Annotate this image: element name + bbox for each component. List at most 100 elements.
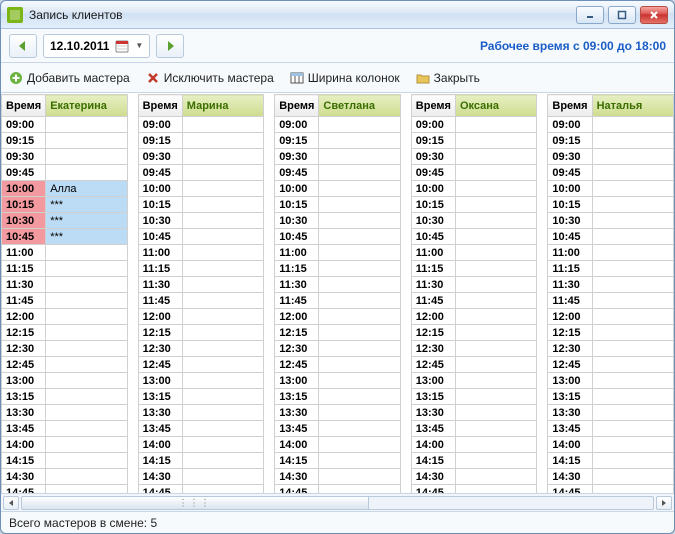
time-header[interactable]: Время bbox=[275, 95, 319, 117]
slot-cell[interactable] bbox=[592, 277, 673, 293]
slot-cell[interactable] bbox=[182, 309, 263, 325]
horizontal-scrollbar[interactable]: ⋮⋮⋮ bbox=[1, 493, 674, 511]
slot-cell[interactable] bbox=[46, 309, 127, 325]
slot-cell[interactable] bbox=[455, 405, 536, 421]
slot-cell[interactable] bbox=[455, 373, 536, 389]
master-header[interactable]: Светлана bbox=[319, 95, 400, 117]
slot-cell[interactable] bbox=[592, 229, 673, 245]
slot-cell[interactable] bbox=[592, 357, 673, 373]
slot-cell[interactable] bbox=[592, 293, 673, 309]
slot-cell[interactable] bbox=[455, 277, 536, 293]
slot-cell[interactable] bbox=[319, 229, 400, 245]
slot-cell[interactable] bbox=[319, 197, 400, 213]
slot-cell[interactable] bbox=[46, 421, 127, 437]
slot-cell[interactable] bbox=[182, 485, 263, 494]
slot-cell[interactable] bbox=[455, 117, 536, 133]
slot-cell[interactable] bbox=[319, 389, 400, 405]
time-header[interactable]: Время bbox=[548, 95, 592, 117]
slot-cell[interactable] bbox=[46, 405, 127, 421]
slot-cell[interactable] bbox=[182, 229, 263, 245]
master-header[interactable]: Наталья bbox=[592, 95, 673, 117]
slot-cell[interactable] bbox=[182, 341, 263, 357]
slot-cell[interactable] bbox=[455, 261, 536, 277]
slot-cell[interactable] bbox=[46, 133, 127, 149]
slot-cell[interactable] bbox=[182, 405, 263, 421]
slot-cell[interactable] bbox=[455, 197, 536, 213]
slot-cell[interactable] bbox=[592, 389, 673, 405]
maximize-button[interactable] bbox=[608, 6, 636, 24]
slot-cell[interactable] bbox=[455, 389, 536, 405]
schedule-grid[interactable]: ВремяЕкатерина09:0009:1509:3009:4510:00А… bbox=[1, 93, 674, 493]
master-header[interactable]: Екатерина bbox=[46, 95, 127, 117]
slot-cell[interactable] bbox=[455, 469, 536, 485]
slot-cell[interactable] bbox=[455, 229, 536, 245]
slot-cell[interactable] bbox=[455, 453, 536, 469]
slot-cell[interactable] bbox=[592, 245, 673, 261]
slot-cell[interactable] bbox=[46, 437, 127, 453]
slot-cell[interactable] bbox=[182, 245, 263, 261]
slot-cell[interactable] bbox=[319, 181, 400, 197]
slot-cell[interactable] bbox=[46, 341, 127, 357]
scroll-left-button[interactable] bbox=[3, 496, 19, 510]
slot-cell[interactable] bbox=[592, 309, 673, 325]
slot-cell[interactable] bbox=[46, 165, 127, 181]
slot-cell[interactable] bbox=[592, 213, 673, 229]
time-header[interactable]: Время bbox=[138, 95, 182, 117]
slot-cell[interactable] bbox=[182, 373, 263, 389]
slot-cell[interactable] bbox=[319, 485, 400, 494]
slot-cell[interactable] bbox=[182, 389, 263, 405]
slot-cell[interactable] bbox=[182, 325, 263, 341]
slot-cell[interactable] bbox=[592, 117, 673, 133]
slot-cell[interactable] bbox=[319, 293, 400, 309]
slot-cell[interactable] bbox=[455, 357, 536, 373]
slot-cell[interactable] bbox=[46, 389, 127, 405]
scroll-thumb[interactable]: ⋮⋮⋮ bbox=[22, 497, 369, 509]
slot-cell[interactable] bbox=[46, 117, 127, 133]
slot-cell[interactable] bbox=[182, 165, 263, 181]
master-header[interactable]: Марина bbox=[182, 95, 263, 117]
slot-cell[interactable] bbox=[455, 309, 536, 325]
slot-cell[interactable] bbox=[592, 421, 673, 437]
slot-cell[interactable] bbox=[46, 325, 127, 341]
slot-cell[interactable] bbox=[592, 453, 673, 469]
slot-cell[interactable] bbox=[455, 437, 536, 453]
slot-cell[interactable] bbox=[455, 325, 536, 341]
slot-cell[interactable] bbox=[592, 149, 673, 165]
minimize-button[interactable] bbox=[576, 6, 604, 24]
slot-cell[interactable] bbox=[455, 165, 536, 181]
slot-cell[interactable] bbox=[182, 181, 263, 197]
slot-cell[interactable] bbox=[319, 117, 400, 133]
slot-cell[interactable] bbox=[319, 453, 400, 469]
slot-cell[interactable] bbox=[455, 149, 536, 165]
slot-cell[interactable] bbox=[592, 485, 673, 494]
slot-cell[interactable] bbox=[46, 149, 127, 165]
slot-cell[interactable] bbox=[319, 213, 400, 229]
slot-cell[interactable] bbox=[319, 325, 400, 341]
slot-cell[interactable] bbox=[182, 453, 263, 469]
time-header[interactable]: Время bbox=[2, 95, 46, 117]
slot-cell[interactable] bbox=[46, 373, 127, 389]
slot-cell[interactable] bbox=[455, 213, 536, 229]
slot-cell[interactable] bbox=[182, 149, 263, 165]
time-header[interactable]: Время bbox=[411, 95, 455, 117]
slot-cell[interactable] bbox=[182, 357, 263, 373]
add-master-button[interactable]: Добавить мастера bbox=[9, 71, 130, 85]
slot-cell[interactable] bbox=[592, 261, 673, 277]
close-button[interactable]: Закрыть bbox=[416, 71, 480, 85]
slot-cell[interactable] bbox=[319, 405, 400, 421]
slot-cell[interactable] bbox=[46, 277, 127, 293]
slot-cell[interactable]: *** bbox=[46, 229, 127, 245]
slot-cell[interactable] bbox=[182, 293, 263, 309]
slot-cell[interactable] bbox=[46, 453, 127, 469]
slot-cell[interactable] bbox=[455, 421, 536, 437]
slot-cell[interactable] bbox=[592, 405, 673, 421]
slot-cell[interactable]: *** bbox=[46, 197, 127, 213]
slot-cell[interactable] bbox=[592, 165, 673, 181]
slot-cell[interactable]: Алла bbox=[46, 181, 127, 197]
slot-cell[interactable] bbox=[455, 341, 536, 357]
slot-cell[interactable] bbox=[592, 197, 673, 213]
slot-cell[interactable] bbox=[46, 245, 127, 261]
slot-cell[interactable]: *** bbox=[46, 213, 127, 229]
slot-cell[interactable] bbox=[46, 357, 127, 373]
date-picker[interactable]: 12.10.2011 ▼ bbox=[43, 34, 150, 58]
